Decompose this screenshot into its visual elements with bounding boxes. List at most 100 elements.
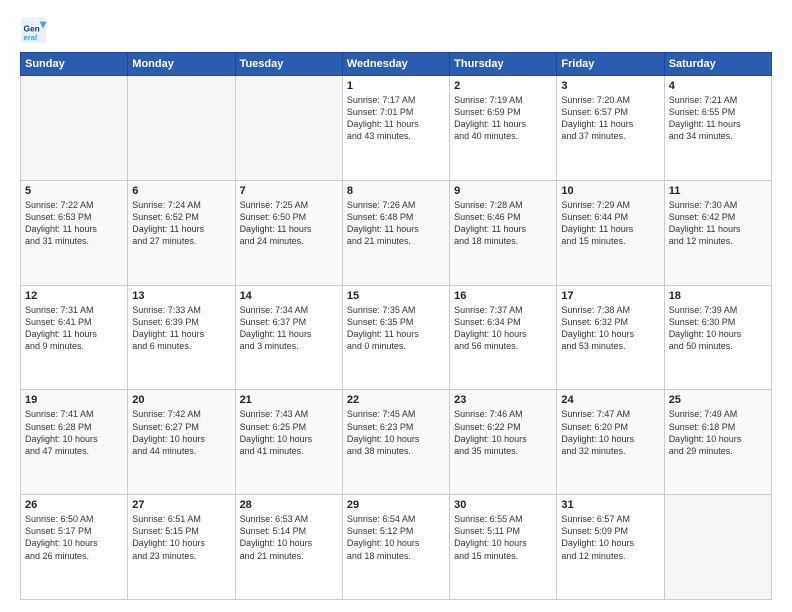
day-number: 2 (454, 80, 552, 92)
calendar-cell: 21Sunrise: 7:43 AM Sunset: 6:25 PM Dayli… (235, 390, 342, 495)
weekday-header-saturday: Saturday (664, 53, 771, 76)
day-info: Sunrise: 7:49 AM Sunset: 6:18 PM Dayligh… (669, 408, 767, 457)
svg-text:eral: eral (24, 33, 38, 42)
calendar-cell: 5 Sunrise: 7:22 AM Sunset: 6:53 PM Daylig… (21, 180, 128, 285)
day-number: 4 (669, 80, 767, 92)
weekday-header-row: SundayMondayTuesdayWednesdayThursdayFrid… (21, 53, 772, 76)
week-row-4: 19 Sunrise: 7:41 AM Sunset: 6:28 PM Dayli… (21, 390, 772, 495)
week-row-1: 1 Sunrise: 7:17 AM Sunset: 7:01 PM Daylig… (21, 76, 772, 181)
calendar-table: SundayMondayTuesdayWednesdayThursdayFrid… (20, 52, 772, 600)
calendar-cell: 30Sunrise: 6:55 AM Sunset: 5:11 PM Dayli… (450, 495, 557, 600)
calendar-cell: 10 Sunrise: 7:29 AM Sunset: 6:44 PM Dayli… (557, 180, 664, 285)
calendar-cell: 13 Sunrise: 7:33 AM Sunset: 6:39 PM Dayli… (128, 285, 235, 390)
day-info: Sunrise: 6:54 AM Sunset: 5:12 PM Dayligh… (347, 513, 445, 562)
day-info: Sunrise: 7:42 AM Sunset: 6:27 PM Dayligh… (132, 408, 230, 457)
day-info: Sunrise: 7:22 AM Sunset: 6:53 PM Dayligh… (25, 199, 123, 248)
calendar-cell: 8 Sunrise: 7:26 AM Sunset: 6:48 PM Daylig… (342, 180, 449, 285)
calendar-cell: 7 Sunrise: 7:25 AM Sunset: 6:50 PM Daylig… (235, 180, 342, 285)
day-info: Sunrise: 7:29 AM Sunset: 6:44 PM Dayligh… (561, 199, 659, 248)
calendar-cell: 22Sunrise: 7:45 AM Sunset: 6:23 PM Dayli… (342, 390, 449, 495)
day-number: 5 (25, 185, 123, 197)
day-number: 11 (669, 185, 767, 197)
day-info: Sunrise: 7:33 AM Sunset: 6:39 PM Dayligh… (132, 304, 230, 353)
svg-text:Gen: Gen (24, 23, 40, 33)
weekday-header-friday: Friday (557, 53, 664, 76)
day-info: Sunrise: 6:50 AM Sunset: 5:17 PM Dayligh… (25, 513, 123, 562)
day-number: 20 (132, 394, 230, 406)
calendar-cell: 31 Sunrise: 6:57 AM Sunset: 5:09 PM Dayli… (557, 495, 664, 600)
logo: Gen eral (20, 16, 50, 44)
day-info: Sunrise: 6:57 AM Sunset: 5:09 PM Dayligh… (561, 513, 659, 562)
day-number: 12 (25, 290, 123, 302)
day-number: 17 (561, 290, 659, 302)
calendar-cell (21, 76, 128, 181)
week-row-2: 5 Sunrise: 7:22 AM Sunset: 6:53 PM Daylig… (21, 180, 772, 285)
calendar-cell: 16Sunrise: 7:37 AM Sunset: 6:34 PM Dayli… (450, 285, 557, 390)
day-number: 27 (132, 499, 230, 511)
calendar-cell (664, 495, 771, 600)
day-number: 9 (454, 185, 552, 197)
day-number: 10 (561, 185, 659, 197)
day-number: 16 (454, 290, 552, 302)
day-info: Sunrise: 7:28 AM Sunset: 6:46 PM Dayligh… (454, 199, 552, 248)
day-number: 29 (347, 499, 445, 511)
day-info: Sunrise: 7:25 AM Sunset: 6:50 PM Dayligh… (240, 199, 338, 248)
day-number: 25 (669, 394, 767, 406)
header: Gen eral (20, 16, 772, 44)
day-info: Sunrise: 6:51 AM Sunset: 5:15 PM Dayligh… (132, 513, 230, 562)
day-number: 31 (561, 499, 659, 511)
day-number: 1 (347, 80, 445, 92)
calendar-cell: 12 Sunrise: 7:31 AM Sunset: 6:41 PM Dayli… (21, 285, 128, 390)
day-number: 19 (25, 394, 123, 406)
day-info: Sunrise: 7:31 AM Sunset: 6:41 PM Dayligh… (25, 304, 123, 353)
day-number: 18 (669, 290, 767, 302)
calendar-cell: 27 Sunrise: 6:51 AM Sunset: 5:15 PM Dayli… (128, 495, 235, 600)
weekday-header-monday: Monday (128, 53, 235, 76)
calendar-cell: 28 Sunrise: 6:53 AM Sunset: 5:14 PM Dayli… (235, 495, 342, 600)
calendar-cell (128, 76, 235, 181)
week-row-5: 26Sunrise: 6:50 AM Sunset: 5:17 PM Dayli… (21, 495, 772, 600)
page: Gen eral SundayMondayTuesdayWednesdayThu… (0, 0, 792, 612)
calendar-cell: 23Sunrise: 7:46 AM Sunset: 6:22 PM Dayli… (450, 390, 557, 495)
weekday-header-tuesday: Tuesday (235, 53, 342, 76)
day-info: Sunrise: 7:38 AM Sunset: 6:32 PM Dayligh… (561, 304, 659, 353)
weekday-header-sunday: Sunday (21, 53, 128, 76)
day-number: 22 (347, 394, 445, 406)
day-number: 7 (240, 185, 338, 197)
day-info: Sunrise: 7:46 AM Sunset: 6:22 PM Dayligh… (454, 408, 552, 457)
logo-icon: Gen eral (20, 16, 48, 44)
day-info: Sunrise: 7:26 AM Sunset: 6:48 PM Dayligh… (347, 199, 445, 248)
day-number: 6 (132, 185, 230, 197)
calendar-cell: 9 Sunrise: 7:28 AM Sunset: 6:46 PM Daylig… (450, 180, 557, 285)
day-info: Sunrise: 7:34 AM Sunset: 6:37 PM Dayligh… (240, 304, 338, 353)
calendar-cell: 29 Sunrise: 6:54 AM Sunset: 5:12 PM Dayli… (342, 495, 449, 600)
day-info: Sunrise: 7:24 AM Sunset: 6:52 PM Dayligh… (132, 199, 230, 248)
day-number: 28 (240, 499, 338, 511)
calendar-cell: 6 Sunrise: 7:24 AM Sunset: 6:52 PM Daylig… (128, 180, 235, 285)
day-number: 3 (561, 80, 659, 92)
day-number: 13 (132, 290, 230, 302)
week-row-3: 12 Sunrise: 7:31 AM Sunset: 6:41 PM Dayli… (21, 285, 772, 390)
calendar-cell: 17 Sunrise: 7:38 AM Sunset: 6:32 PM Dayli… (557, 285, 664, 390)
calendar-cell: 20 Sunrise: 7:42 AM Sunset: 6:27 PM Dayli… (128, 390, 235, 495)
day-info: Sunrise: 6:55 AM Sunset: 5:11 PM Dayligh… (454, 513, 552, 562)
day-info: Sunrise: 7:17 AM Sunset: 7:01 PM Dayligh… (347, 94, 445, 143)
day-info: Sunrise: 7:20 AM Sunset: 6:57 PM Dayligh… (561, 94, 659, 143)
weekday-header-wednesday: Wednesday (342, 53, 449, 76)
day-number: 21 (240, 394, 338, 406)
day-info: Sunrise: 7:47 AM Sunset: 6:20 PM Dayligh… (561, 408, 659, 457)
day-info: Sunrise: 7:19 AM Sunset: 6:59 PM Dayligh… (454, 94, 552, 143)
calendar-cell: 18 Sunrise: 7:39 AM Sunset: 6:30 PM Dayli… (664, 285, 771, 390)
day-number: 8 (347, 185, 445, 197)
day-info: Sunrise: 7:35 AM Sunset: 6:35 PM Dayligh… (347, 304, 445, 353)
day-info: Sunrise: 7:41 AM Sunset: 6:28 PM Dayligh… (25, 408, 123, 457)
calendar-cell: 15 Sunrise: 7:35 AM Sunset: 6:35 PM Dayli… (342, 285, 449, 390)
day-number: 15 (347, 290, 445, 302)
calendar-cell: 4Sunrise: 7:21 AM Sunset: 6:55 PM Daylig… (664, 76, 771, 181)
day-number: 24 (561, 394, 659, 406)
weekday-header-thursday: Thursday (450, 53, 557, 76)
calendar-cell: 11Sunrise: 7:30 AM Sunset: 6:42 PM Dayli… (664, 180, 771, 285)
day-info: Sunrise: 7:39 AM Sunset: 6:30 PM Dayligh… (669, 304, 767, 353)
calendar-cell: 3 Sunrise: 7:20 AM Sunset: 6:57 PM Daylig… (557, 76, 664, 181)
day-info: Sunrise: 6:53 AM Sunset: 5:14 PM Dayligh… (240, 513, 338, 562)
